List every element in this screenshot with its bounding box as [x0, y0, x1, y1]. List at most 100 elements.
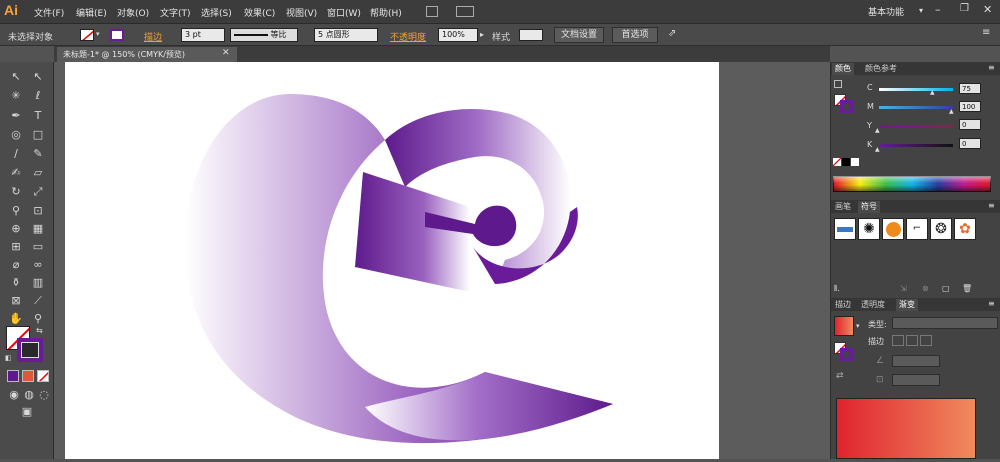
type-tool-icon[interactable]: T	[31, 109, 45, 123]
stroke-across-icon[interactable]	[920, 335, 932, 346]
symbol-sprayer-icon[interactable]: ⚱	[9, 276, 23, 290]
slider-thumb-icon[interactable]: ▲	[949, 108, 954, 115]
menu-type[interactable]: 文字(T)	[160, 6, 191, 19]
symbol-flower[interactable]: ✿	[954, 218, 976, 240]
opacity-label[interactable]: 不透明度	[390, 30, 426, 43]
eraser-icon[interactable]: ▱	[31, 166, 45, 180]
gradient-mode-icon[interactable]	[22, 370, 34, 382]
menu-edit[interactable]: 编辑(E)	[76, 6, 107, 19]
gradient-swatch[interactable]	[834, 316, 854, 336]
white-swatch[interactable]	[851, 158, 859, 166]
gradient-angle-field[interactable]	[892, 355, 940, 367]
panel-menu-icon[interactable]: ≡	[988, 201, 995, 210]
document-tab[interactable]: 未标题-1* @ 150% (CMYK/预览)	[57, 47, 237, 62]
arrange-documents-icon[interactable]	[456, 6, 474, 17]
tab-gradient[interactable]: 渐变	[896, 299, 918, 311]
draw-normal-icon[interactable]: ◉	[7, 388, 21, 402]
pencil-icon[interactable]: ✎	[31, 147, 45, 161]
channel-k-field[interactable]: 0	[959, 138, 981, 149]
spiral-tool-icon[interactable]: ◎	[9, 128, 23, 142]
stroke-swatch-icon[interactable]	[110, 29, 124, 41]
tab-transparency[interactable]: 透明度	[858, 299, 888, 311]
artboard-tool-icon[interactable]: ⊠	[9, 294, 23, 308]
gradient-type-select[interactable]	[892, 317, 998, 329]
mesh-tool-icon[interactable]: ⊞	[9, 240, 23, 254]
blend-tool-icon[interactable]: ∞	[31, 258, 45, 272]
chevron-down-icon[interactable]: ▾	[919, 6, 923, 15]
tab-brushes[interactable]: 画笔	[832, 201, 854, 213]
hand-tool-icon[interactable]: ✋	[9, 312, 23, 326]
direct-selection-tool-icon[interactable]: ↖	[31, 70, 45, 84]
panel-menu-icon[interactable]: ≡	[988, 63, 995, 72]
panel-menu-icon[interactable]: ≡	[988, 299, 995, 308]
tab-stroke[interactable]: 描边	[832, 299, 854, 311]
style-swatch[interactable]	[519, 29, 543, 41]
menu-object[interactable]: 对象(O)	[117, 6, 149, 19]
pen-tool-icon[interactable]: ✒	[9, 109, 23, 123]
slider-thumb-icon[interactable]: ▲	[875, 146, 880, 153]
stroke-weight-field[interactable]: 3 pt	[181, 28, 225, 42]
tab-color[interactable]: 颜色	[832, 63, 854, 75]
width-tool-icon[interactable]: ⚲	[9, 204, 23, 218]
tab-color-guide[interactable]: 颜色参考	[862, 63, 900, 75]
symbol-wreath[interactable]: ❂	[930, 218, 952, 240]
chevron-down-icon[interactable]: ▸	[480, 30, 484, 39]
stroke-mini-icon[interactable]	[840, 348, 853, 361]
slider-thumb-icon[interactable]: ▲	[930, 89, 935, 96]
swap-colors-icon[interactable]: ⇆	[36, 326, 43, 335]
tab-symbols[interactable]: 符号	[858, 201, 880, 213]
symbol-banner[interactable]: ⌐	[906, 218, 928, 240]
symbol-splatter[interactable]: ✺	[858, 218, 880, 240]
color-mode-icon[interactable]	[7, 370, 19, 382]
black-swatch[interactable]	[842, 158, 850, 166]
stroke-label[interactable]: 描边	[144, 30, 162, 43]
stroke-active-swatch[interactable]	[17, 338, 43, 362]
gradient-aspect-field[interactable]	[892, 374, 940, 386]
place-symbol-icon[interactable]: ⇲	[900, 284, 907, 293]
draw-inside-icon[interactable]: ◌	[37, 388, 51, 402]
document-setup-button[interactable]: 文档设置	[554, 27, 604, 43]
free-transform-icon[interactable]: ⊡	[31, 204, 45, 218]
draw-behind-icon[interactable]: ◍	[22, 388, 36, 402]
channel-y-slider[interactable]	[879, 125, 953, 128]
symbol-library-icon[interactable]: ⫴.	[834, 284, 840, 294]
scale-tool-icon[interactable]: ⤢	[31, 185, 45, 199]
graph-tool-icon[interactable]: ▥	[31, 276, 45, 290]
menu-view[interactable]: 视图(V)	[286, 6, 317, 19]
perspective-grid-icon[interactable]: ▦	[31, 222, 45, 236]
panel-menu-icon[interactable]: ≡	[982, 27, 990, 38]
channel-m-field[interactable]: 100	[959, 101, 981, 112]
opacity-field[interactable]: 100%	[438, 28, 478, 42]
channel-c-slider[interactable]	[879, 88, 953, 91]
channel-k-slider[interactable]	[879, 144, 953, 147]
zoom-tool-icon[interactable]: ⚲	[31, 312, 45, 326]
workspace-switcher[interactable]: 基本功能	[868, 5, 904, 18]
menu-file[interactable]: 文件(F)	[34, 6, 64, 19]
isolate-icon[interactable]: ⇗	[668, 28, 676, 39]
channel-y-field[interactable]: 0	[959, 119, 981, 130]
stroke-mini-icon[interactable]	[840, 100, 853, 113]
menu-help[interactable]: 帮助(H)	[370, 6, 402, 19]
chevron-down-icon[interactable]: ▾	[96, 30, 100, 38]
preferences-button[interactable]: 首选项	[612, 27, 658, 43]
break-link-icon[interactable]: ⊗	[922, 284, 929, 293]
none-mode-icon[interactable]	[37, 370, 49, 382]
menu-effect[interactable]: 效果(C)	[244, 6, 275, 19]
restore-icon[interactable]: ❐	[960, 3, 969, 14]
magic-wand-icon[interactable]: ✳	[9, 89, 23, 103]
minimize-icon[interactable]: –	[935, 3, 941, 16]
eyedropper-icon[interactable]: ⌀	[9, 258, 23, 272]
symbol-1[interactable]	[834, 218, 856, 240]
channel-m-slider[interactable]	[879, 106, 953, 109]
stroke-profile-select[interactable]: 等比	[230, 28, 298, 42]
delete-icon[interactable]: 🗑	[962, 284, 972, 293]
gradient-tool-icon[interactable]: ▭	[31, 240, 45, 254]
artboard[interactable]	[65, 62, 719, 459]
bridge-icon[interactable]	[426, 6, 438, 17]
menu-select[interactable]: 选择(S)	[201, 6, 232, 19]
chevron-down-icon[interactable]: ▾	[856, 322, 860, 330]
close-icon[interactable]: ✕	[222, 48, 230, 58]
symbol-orange-button[interactable]	[882, 218, 904, 240]
shape-builder-icon[interactable]: ⊕	[9, 222, 23, 236]
default-colors-icon[interactable]: ◧	[5, 354, 12, 362]
